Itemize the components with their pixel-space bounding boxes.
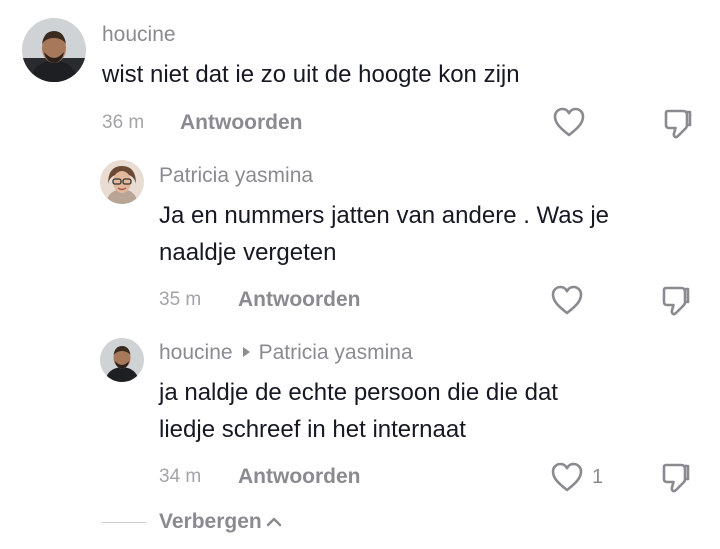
heart-icon <box>553 107 585 137</box>
reply-button[interactable]: Antwoorden <box>180 111 302 135</box>
dislike-icon <box>662 463 690 493</box>
heart-icon <box>551 285 583 315</box>
divider <box>102 522 146 523</box>
comment-text-line: wist niet dat ie zo uit de hoogte kon zi… <box>102 61 520 88</box>
like-button[interactable] <box>550 284 584 316</box>
comment-text: Ja en nummers jatten van andere . Was je… <box>159 197 609 271</box>
like-count: 1 <box>592 465 604 488</box>
comment-username-line: houcine Patricia yasmina <box>159 341 413 365</box>
comment-username[interactable]: Patricia yasmina <box>159 164 313 188</box>
comment-text-line: liedje schreef in het internaat <box>159 416 466 443</box>
dislike-button[interactable] <box>663 108 693 145</box>
hide-replies-label: Verbergen <box>159 510 262 533</box>
like-button[interactable]: 1 <box>550 461 603 493</box>
avatar[interactable] <box>22 18 86 82</box>
comment-time: 34 m <box>159 466 202 487</box>
comment-text: ja naldje de echte persoon die die dat l… <box>159 374 558 448</box>
reply-button[interactable]: Antwoorden <box>238 465 360 489</box>
comment-text-line: Ja en nummers jatten van andere . Was je <box>159 202 609 229</box>
comment-text-line: naaldje vergeten <box>159 239 337 266</box>
dislike-icon <box>662 286 690 316</box>
like-button[interactable] <box>552 106 586 138</box>
dislike-button[interactable] <box>661 285 691 322</box>
hide-replies-button[interactable]: Verbergen <box>159 510 282 534</box>
comment-username[interactable]: houcine <box>159 341 233 364</box>
reply-to-username[interactable]: Patricia yasmina <box>259 341 413 364</box>
comment-text-line: ja naldje de echte persoon die die dat <box>159 379 558 406</box>
avatar[interactable] <box>100 160 144 204</box>
reply-button[interactable]: Antwoorden <box>238 288 360 312</box>
comment-time: 36 m <box>102 112 145 133</box>
comment-username[interactable]: houcine <box>102 23 176 47</box>
chevron-up-icon <box>266 517 281 527</box>
comment-time: 35 m <box>159 289 202 310</box>
dislike-icon <box>664 109 692 139</box>
comment-text: wist niet dat ie zo uit de hoogte kon zi… <box>102 56 520 93</box>
avatar[interactable] <box>100 338 144 382</box>
dislike-button[interactable] <box>661 462 691 499</box>
reply-to-arrow-icon <box>242 347 250 358</box>
heart-icon <box>551 462 583 492</box>
